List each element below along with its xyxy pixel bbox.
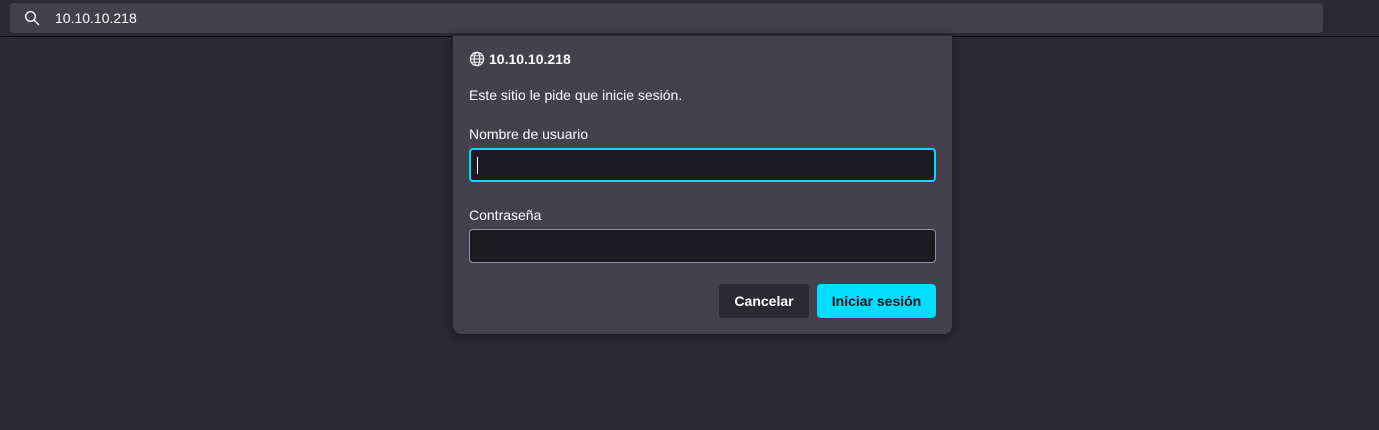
login-button[interactable]: Iniciar sesión xyxy=(817,284,936,318)
dialog-message: Este sitio le pide que inicie sesión. xyxy=(469,87,683,103)
url-bar[interactable]: 10.10.10.218 xyxy=(10,3,1323,33)
text-caret xyxy=(477,157,478,174)
password-input[interactable] xyxy=(469,229,936,263)
username-label: Nombre de usuario xyxy=(469,126,589,142)
cancel-button[interactable]: Cancelar xyxy=(719,284,809,318)
login-dialog: 10.10.10.218 Este sitio le pide que inic… xyxy=(453,36,952,334)
search-icon xyxy=(24,10,40,26)
browser-toolbar: 10.10.10.218 xyxy=(0,0,1379,37)
dialog-host: 10.10.10.218 xyxy=(489,51,571,67)
dialog-host-row: 10.10.10.218 xyxy=(469,49,571,69)
url-text[interactable]: 10.10.10.218 xyxy=(55,3,137,33)
globe-icon xyxy=(469,51,485,67)
username-input[interactable] xyxy=(469,148,936,182)
password-label: Contraseña xyxy=(469,207,542,223)
